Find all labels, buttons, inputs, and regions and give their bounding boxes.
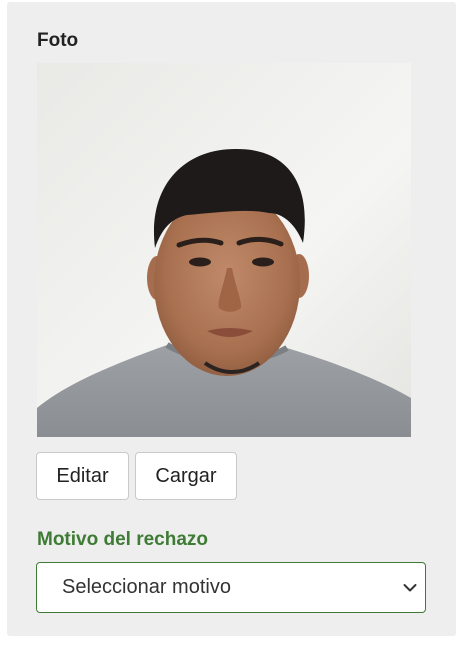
chevron-down-icon [403,583,417,591]
edit-button[interactable]: Editar [36,452,129,500]
photo-image [37,63,411,437]
photo-label: Foto [37,30,79,51]
rejection-reason-label: Motivo del rechazo [37,529,209,550]
photo-panel: Foto Editar Cargar Motivo del rechazo Se… [7,2,456,636]
rejection-reason-select[interactable]: Seleccionar motivo [36,562,426,613]
upload-button[interactable]: Cargar [135,452,237,500]
rejection-reason-value: Seleccionar motivo [62,576,231,598]
